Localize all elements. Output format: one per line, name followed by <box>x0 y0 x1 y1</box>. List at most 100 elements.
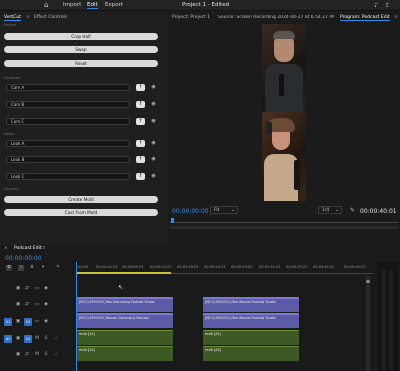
ruler-label: 00:00:19:23 <box>177 265 199 269</box>
eye-icon[interactable]: ◉ <box>150 156 157 163</box>
program-timecode[interactable]: 00:00:00:00 <box>172 208 209 215</box>
ruler-label: 00:00:09:23 <box>122 265 144 269</box>
playback-ruler[interactable] <box>170 220 398 223</box>
lock-icon[interactable]: ▣ <box>15 302 21 308</box>
cam-a-field[interactable]: Cam A <box>6 84 130 91</box>
sync-icon[interactable]: ⇄ <box>24 286 30 292</box>
menu-export[interactable]: Export <box>105 2 123 8</box>
audio-meter-right <box>389 270 393 370</box>
solo-icon[interactable]: S <box>43 336 49 342</box>
quality-dropdown[interactable]: 1/4 ⌄ <box>318 206 342 214</box>
home-icon[interactable]: ⌂ <box>44 1 48 9</box>
clip-label: multi [A1] <box>205 332 221 336</box>
eye-icon[interactable]: ◉ <box>150 173 157 180</box>
eye-icon[interactable]: ◉ <box>150 140 157 147</box>
playhead-marker[interactable] <box>171 218 174 223</box>
share-icon[interactable]: ⇪ <box>385 2 390 9</box>
source-patch-v1[interactable]: V1 <box>4 318 12 326</box>
sync-icon[interactable]: ⇄ <box>24 302 30 308</box>
cam-c-field[interactable]: Cam C <box>6 118 130 125</box>
crop-half-button[interactable]: Crop Half <box>4 33 158 40</box>
scroll-handle[interactable] <box>366 280 370 283</box>
lock-icon[interactable]: ▣ <box>15 286 21 292</box>
fit-label: Fit <box>214 208 220 213</box>
clip-a2-1[interactable]: multi [A2] <box>77 346 173 361</box>
zoom-scrollbar[interactable] <box>170 226 398 229</box>
look-b-field[interactable]: Look B <box>6 156 130 163</box>
fit-dropdown[interactable]: Fit ⌄ <box>210 206 238 214</box>
menu-icon[interactable]: ≡ <box>26 15 30 20</box>
track-label-v1[interactable]: V1 <box>24 318 32 326</box>
eye-icon[interactable]: ◉ <box>43 319 49 325</box>
video-frame-bottom[interactable] <box>262 112 306 201</box>
clip-v-bottom-1[interactable]: [MC2] 6350345_Woman Discussing Podcast <box>77 313 173 328</box>
clip-v-top-1[interactable]: [MC2] 6350345_Man Discussing Podcast Stu… <box>77 297 173 312</box>
eye-icon[interactable]: ◉ <box>43 302 49 308</box>
microphone-icon[interactable]: ♩ <box>53 336 59 342</box>
clip-a1-2[interactable]: multi [A1] <box>203 330 299 345</box>
clip-a1-1[interactable]: multi [A1] <box>77 330 173 345</box>
clip-v-top-2[interactable]: [MC1] 6350345_Man Woman Podcast Studio <box>203 297 299 312</box>
lock-icon[interactable]: ▣ <box>15 352 21 358</box>
linked-selection-icon[interactable]: ⧖ <box>29 265 35 271</box>
tab-effect-controls[interactable]: Effect Controls <box>34 15 67 20</box>
timeline-title[interactable]: Podcast Edit <box>14 246 42 251</box>
menu-icon[interactable]: ≡ <box>42 246 46 251</box>
up-arrow-icon[interactable]: ↑ <box>136 173 145 180</box>
tab-vertcut[interactable]: VertCut <box>4 15 21 21</box>
lock-icon[interactable]: ▣ <box>15 336 21 342</box>
microphone-icon[interactable]: ♩ <box>53 352 59 358</box>
bell-icon[interactable]: ♪ <box>374 2 378 9</box>
create-mold-button[interactable]: Create Mold <box>4 196 158 203</box>
menu-icon[interactable]: ≡ <box>394 15 398 20</box>
close-icon[interactable]: × <box>4 246 8 251</box>
timeline-vertical-scrollbar[interactable] <box>366 276 370 371</box>
clip-a2-2[interactable]: multi [A2] <box>203 346 299 361</box>
cam-b-field[interactable]: Cam B <box>6 101 130 108</box>
look-a-field[interactable]: Look A <box>6 140 130 147</box>
ruler-label: 00:00:14:23 <box>150 265 172 269</box>
mute-icon[interactable]: M <box>34 352 40 358</box>
nest-icon[interactable]: ⧉ <box>6 265 12 271</box>
reset-button[interactable]: Reset <box>4 60 158 67</box>
program-duration: 00:00:40:01 <box>360 208 397 215</box>
clip-label: [MC2] 6350345_Man Discussing Podcast Stu… <box>79 300 155 304</box>
settings-icon[interactable]: ✎ <box>55 265 61 271</box>
eye-icon[interactable]: ◉ <box>150 84 157 91</box>
toggle-output-icon[interactable]: ▭ <box>34 319 40 325</box>
up-arrow-icon[interactable]: ↑ <box>136 140 145 147</box>
source-patch-a1[interactable]: A1 <box>4 335 12 343</box>
menu-edit[interactable]: Edit <box>87 2 98 9</box>
track-label-a1[interactable]: A1 <box>24 335 32 343</box>
ruler-label: 00:00:29:23 <box>231 265 253 269</box>
tab-source[interactable]: Source: Screen Recording 2024-04-27 at 6… <box>218 15 334 20</box>
look-c-field[interactable]: Look C <box>6 173 130 180</box>
clip-label: multi [A2] <box>205 348 221 352</box>
toggle-output-icon[interactable]: ▭ <box>34 286 40 292</box>
lock-icon[interactable]: ▣ <box>15 319 21 325</box>
wrench-icon[interactable]: ✎ <box>350 207 355 214</box>
clip-v-bottom-2[interactable]: [MC1] 6350345_Man Woman Podcast Studio <box>203 313 299 328</box>
solo-icon[interactable]: S <box>43 352 49 358</box>
mute-icon[interactable]: M <box>34 336 40 342</box>
timeline-timecode[interactable]: 00:00:00:00 <box>5 255 42 262</box>
up-arrow-icon[interactable]: ↑ <box>136 118 145 125</box>
tab-project[interactable]: Project: Project 1 <box>172 15 210 20</box>
marker-icon[interactable]: ▾ <box>40 265 46 271</box>
up-arrow-icon[interactable]: ↑ <box>136 101 145 108</box>
sync-icon[interactable]: ⇄ <box>24 352 30 358</box>
swap-button[interactable]: Swap <box>4 46 158 53</box>
cast-from-mold-button[interactable]: Cast From Mold <box>4 209 158 216</box>
toggle-output-icon[interactable]: ▭ <box>34 302 40 308</box>
up-arrow-icon[interactable]: ↑ <box>136 84 145 91</box>
eye-icon[interactable]: ◉ <box>43 286 49 292</box>
tab-program[interactable]: Program: Podcast Edit <box>340 15 390 21</box>
menu-import[interactable]: Import <box>63 2 81 8</box>
ruler-label: 00:00:44:22 <box>313 265 335 269</box>
up-arrow-icon[interactable]: ↑ <box>136 156 145 163</box>
eye-icon[interactable]: ◉ <box>150 101 157 108</box>
video-frame-top[interactable] <box>262 24 306 112</box>
eye-icon[interactable]: ◉ <box>150 118 157 125</box>
snap-icon[interactable]: ∩ <box>18 265 24 271</box>
clip-label: [MC2] 6350345_Woman Discussing Podcast <box>79 316 149 320</box>
